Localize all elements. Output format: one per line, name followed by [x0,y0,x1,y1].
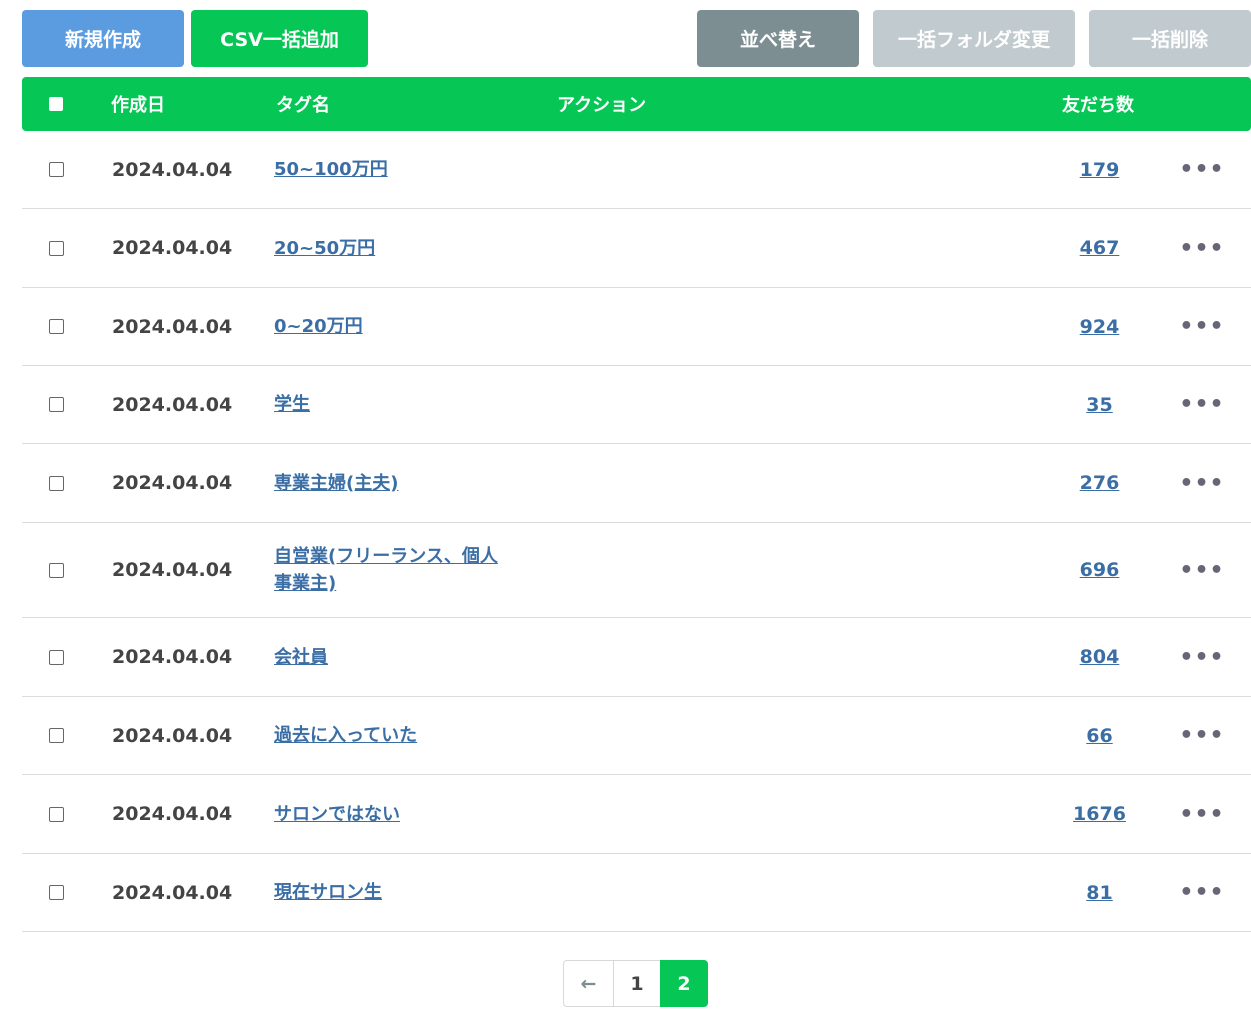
table-row: 2024.04.04 会社員 804 ••• [22,618,1251,697]
row-friend-count[interactable]: 467 [1080,237,1120,259]
header-created: 作成日 [111,95,165,116]
row-friend-count[interactable]: 804 [1080,646,1120,668]
more-options-icon[interactable]: ••• [1179,209,1223,287]
table-row: 2024.04.04 0~20万円 924 ••• [22,288,1251,366]
table-row: 2024.04.04 自営業(フリーランス、個人事業主) 696 ••• [22,523,1251,618]
sort-button[interactable]: 並べ替え [697,10,859,67]
more-options-icon[interactable]: ••• [1179,131,1223,208]
row-tag-label[interactable]: 過去に入っていた [274,722,417,749]
table-row: 2024.04.04 20~50万円 467 ••• [22,209,1251,288]
table-header: 作成日 タグ名 アクション 友だち数 [22,77,1251,131]
row-tag-label[interactable]: 20~50万円 [274,235,375,262]
row-friend-count-link[interactable]: 81 [1052,854,1147,931]
row-checkbox[interactable] [49,397,64,412]
row-created-date: 2024.04.04 [112,472,233,494]
row-checkbox[interactable] [49,162,64,177]
row-friend-count-link[interactable]: 804 [1052,618,1147,696]
row-tag-link[interactable]: 専業主婦(主夫) [274,444,514,522]
header-friends: 友だち数 [1062,95,1134,116]
row-tag-link[interactable]: 学生 [274,366,514,443]
row-friend-count-link[interactable]: 179 [1052,131,1147,208]
row-checkbox[interactable] [49,649,64,665]
row-friend-count[interactable]: 696 [1080,559,1120,581]
row-tag-link[interactable]: 20~50万円 [274,209,514,287]
table-row: 2024.04.04 過去に入っていた 66 ••• [22,697,1251,775]
table-row: 2024.04.04 50~100万円 179 ••• [22,131,1251,209]
more-options-icon[interactable]: ••• [1179,366,1223,443]
row-friend-count[interactable]: 179 [1080,159,1120,181]
row-friend-count-link[interactable]: 276 [1052,444,1147,522]
row-friend-count-link[interactable]: 35 [1052,366,1147,443]
page-1-button[interactable]: 1 [613,960,661,1007]
more-options-icon[interactable]: ••• [1179,523,1223,617]
page-2-button[interactable]: 2 [660,960,708,1007]
row-friend-count[interactable]: 66 [1086,725,1112,747]
row-created-date: 2024.04.04 [112,881,233,904]
more-options-icon[interactable]: ••• [1179,775,1223,853]
table-row: 2024.04.04 専業主婦(主夫) 276 ••• [22,444,1251,523]
row-tag-link[interactable]: 0~20万円 [274,288,514,365]
pagination: ← 1 2 [563,960,708,1007]
row-created-date: 2024.04.04 [112,724,233,747]
row-friend-count-link[interactable]: 467 [1052,209,1147,287]
row-checkbox[interactable] [49,240,64,256]
more-options-icon[interactable]: ••• [1179,618,1223,696]
row-friend-count[interactable]: 35 [1086,394,1112,416]
row-checkbox[interactable] [49,806,64,822]
row-tag-link[interactable]: サロンではない [274,775,514,853]
table-row: 2024.04.04 サロンではない 1676 ••• [22,775,1251,854]
row-friend-count-link[interactable]: 1676 [1052,775,1147,853]
row-checkbox[interactable] [49,885,64,900]
row-friend-count[interactable]: 81 [1086,882,1112,904]
row-tag-label[interactable]: 自営業(フリーランス、個人事業主) [274,543,514,597]
row-tag-label[interactable]: 会社員 [274,644,328,671]
more-options-icon[interactable]: ••• [1179,697,1223,774]
more-options-icon[interactable]: ••• [1179,854,1223,931]
row-friend-count[interactable]: 1676 [1073,803,1126,825]
header-tag-name: タグ名 [276,95,330,116]
row-created-date: 2024.04.04 [112,803,233,825]
csv-import-button[interactable]: CSV一括追加 [191,10,368,67]
tag-table-body: 2024.04.04 50~100万円 179 ••• 2024.04.04 20~50万… [22,131,1251,932]
row-checkbox[interactable] [49,475,64,491]
row-created-date: 2024.04.04 [112,315,233,338]
row-friend-count-link[interactable]: 696 [1052,523,1147,617]
row-created-date: 2024.04.04 [112,393,233,416]
new-button[interactable]: 新規作成 [22,10,184,67]
row-tag-link[interactable]: 50~100万円 [274,131,514,208]
row-checkbox[interactable] [49,319,64,334]
table-row: 2024.04.04 現在サロン生 81 ••• [22,854,1251,932]
row-tag-label[interactable]: サロンではない [274,801,400,828]
row-created-date: 2024.04.04 [112,158,233,181]
row-checkbox[interactable] [49,728,64,743]
row-friend-count-link[interactable]: 66 [1052,697,1147,774]
row-friend-count[interactable]: 276 [1080,472,1120,494]
row-tag-link[interactable]: 現在サロン生 [274,854,514,931]
bulk-folder-change-button[interactable]: 一括フォルダ変更 [873,10,1075,67]
row-tag-label[interactable]: 現在サロン生 [274,879,382,906]
prev-page-icon[interactable]: ← [563,960,614,1007]
more-options-icon[interactable]: ••• [1179,288,1223,365]
row-friend-count-link[interactable]: 924 [1052,288,1147,365]
row-created-date: 2024.04.04 [112,559,233,581]
row-tag-label[interactable]: 0~20万円 [274,313,363,340]
row-friend-count[interactable]: 924 [1080,316,1120,338]
header-action: アクション [557,95,647,116]
table-row: 2024.04.04 学生 35 ••• [22,366,1251,444]
row-checkbox[interactable] [49,562,64,578]
bulk-delete-button[interactable]: 一括削除 [1089,10,1251,67]
row-tag-label[interactable]: 専業主婦(主夫) [274,470,398,497]
row-tag-label[interactable]: 学生 [274,391,310,418]
row-tag-link[interactable]: 会社員 [274,618,514,696]
row-tag-link[interactable]: 過去に入っていた [274,697,514,774]
row-created-date: 2024.04.04 [112,646,233,668]
row-created-date: 2024.04.04 [112,237,233,259]
select-all-checkbox[interactable] [49,97,63,111]
row-tag-link[interactable]: 自営業(フリーランス、個人事業主) [274,523,514,617]
row-tag-label[interactable]: 50~100万円 [274,156,388,183]
more-options-icon[interactable]: ••• [1179,444,1223,522]
